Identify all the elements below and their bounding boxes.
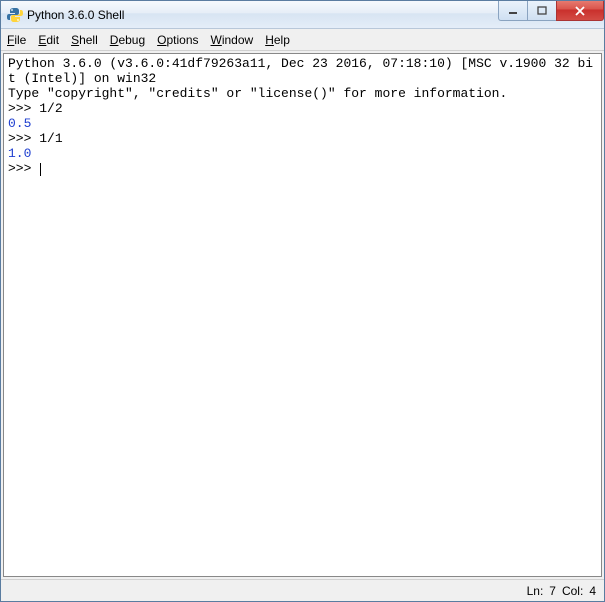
shell-output: 0.5	[8, 116, 31, 131]
app-icon	[7, 7, 23, 23]
menu-help[interactable]: Help	[265, 33, 290, 47]
close-button[interactable]	[556, 1, 604, 21]
prompt: >>>	[8, 161, 39, 176]
title-bar: Python 3.6.0 Shell	[1, 1, 604, 29]
status-col-label: Col:	[562, 584, 583, 598]
window-controls	[499, 1, 604, 21]
content-wrapper: Python 3.6.0 (v3.6.0:41df79263a11, Dec 2…	[1, 51, 604, 579]
banner-line: Python 3.6.0 (v3.6.0:41df79263a11, Dec 2…	[8, 56, 593, 86]
minimize-button[interactable]	[498, 1, 528, 21]
menu-bar: File Edit Shell Debug Options Window Hel…	[1, 29, 604, 51]
menu-options[interactable]: Options	[157, 33, 198, 47]
window-title: Python 3.6.0 Shell	[27, 8, 124, 22]
text-cursor	[40, 163, 41, 176]
status-line-label: Ln:	[527, 584, 544, 598]
status-bar: Ln: 7 Col: 4	[1, 579, 604, 601]
prompt: >>>	[8, 101, 39, 116]
status-line-value: 7	[549, 584, 556, 598]
shell-input: 1/1	[39, 131, 62, 146]
banner-line: Type "copyright", "credits" or "license(…	[8, 86, 507, 101]
menu-debug[interactable]: Debug	[110, 33, 145, 47]
maximize-button[interactable]	[527, 1, 557, 21]
status-col-value: 4	[589, 584, 596, 598]
shell-output: 1.0	[8, 146, 31, 161]
menu-file[interactable]: File	[7, 33, 26, 47]
prompt: >>>	[8, 131, 39, 146]
menu-window[interactable]: Window	[211, 33, 254, 47]
shell-input: 1/2	[39, 101, 62, 116]
shell-text-area[interactable]: Python 3.6.0 (v3.6.0:41df79263a11, Dec 2…	[3, 53, 602, 577]
menu-shell[interactable]: Shell	[71, 33, 98, 47]
menu-edit[interactable]: Edit	[38, 33, 59, 47]
